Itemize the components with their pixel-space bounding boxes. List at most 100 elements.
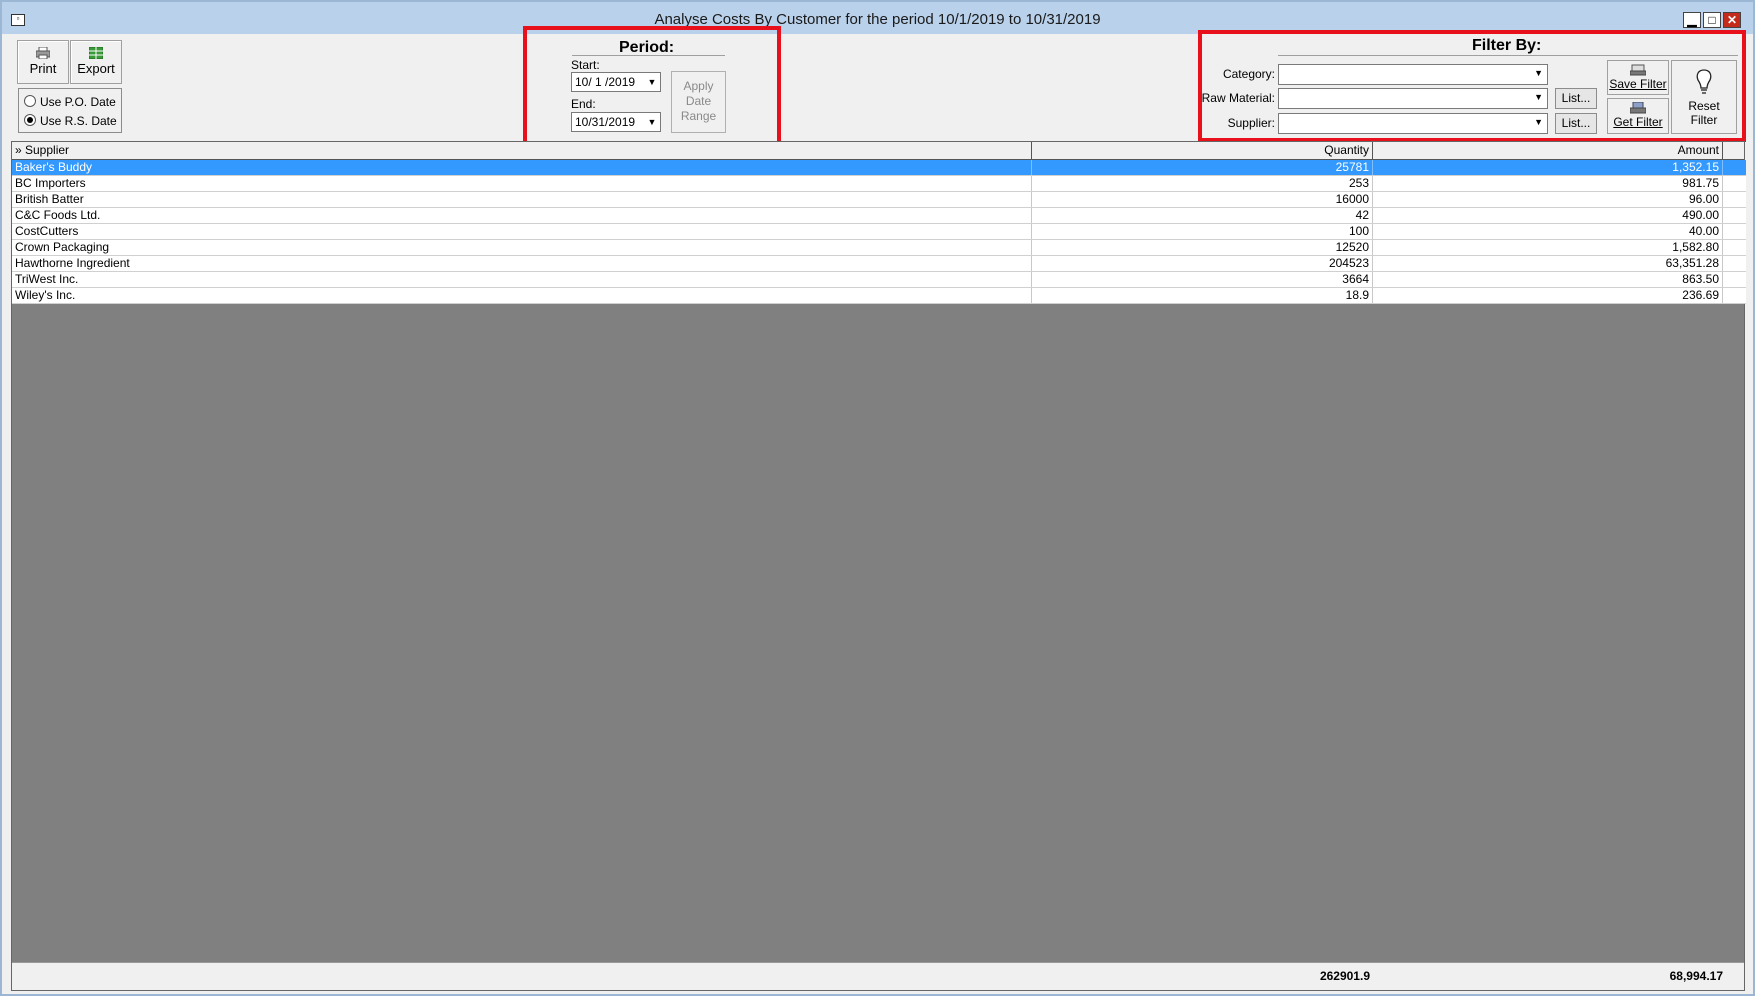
cell-supplier: CostCutters (12, 224, 1032, 239)
close-button[interactable]: ✕ (1723, 12, 1741, 28)
table-row[interactable]: CostCutters 100 40.00 (12, 224, 1746, 240)
get-filter-button[interactable]: Get Filter (1607, 98, 1669, 134)
window-title: Analyse Costs By Customer for the period… (654, 11, 1101, 28)
table-row[interactable]: Wiley's Inc. 18.9 236.69 (12, 288, 1746, 304)
export-button[interactable]: Export (70, 40, 122, 84)
chevron-down-icon: ▼ (1534, 117, 1543, 127)
raw-material-select[interactable]: ▼ (1278, 88, 1548, 109)
radio-use-rs-date[interactable]: Use R.S. Date (24, 113, 117, 129)
radio-off-icon (24, 95, 36, 107)
column-header-quantity[interactable]: Quantity (1032, 142, 1373, 159)
reset-label: Reset (1688, 99, 1720, 113)
cell-amount: 863.50 (1373, 272, 1723, 287)
cell-spacer (1723, 256, 1746, 271)
cell-supplier: Wiley's Inc. (12, 288, 1032, 303)
cell-quantity: 18.9 (1032, 288, 1373, 303)
cell-supplier: Crown Packaging (12, 240, 1032, 255)
table-row[interactable]: TriWest Inc. 3664 863.50 (12, 272, 1746, 288)
cell-amount: 63,351.28 (1373, 256, 1723, 271)
cell-amount: 490.00 (1373, 208, 1723, 223)
cell-quantity: 42 (1032, 208, 1373, 223)
cell-amount: 1,582.80 (1373, 240, 1723, 255)
cell-quantity: 16000 (1032, 192, 1373, 207)
cell-spacer (1723, 160, 1746, 175)
date-type-group: Use P.O. Date Use R.S. Date (18, 88, 122, 133)
apply-label: Apply (683, 79, 714, 93)
cell-quantity: 3664 (1032, 272, 1373, 287)
table-row[interactable]: British Batter 16000 96.00 (12, 192, 1746, 208)
cell-spacer (1723, 176, 1746, 191)
reset-filter-button[interactable]: Reset Filter (1671, 60, 1737, 134)
supplier-select[interactable]: ▼ (1278, 113, 1548, 134)
cell-spacer (1723, 208, 1746, 223)
filter-title: Filter By: (1472, 37, 1542, 54)
cell-spacer (1723, 192, 1746, 207)
cell-amount: 1,352.15 (1373, 160, 1723, 175)
cell-supplier: Hawthorne Ingredient (12, 256, 1032, 271)
divider (572, 55, 725, 56)
maximize-button[interactable]: □ (1703, 12, 1721, 28)
chevron-down-icon: ▼ (1534, 68, 1543, 78)
raw-material-list-button[interactable]: List... (1555, 88, 1597, 109)
cell-spacer (1723, 272, 1746, 287)
start-date-picker[interactable]: 10/ 1 /2019 ▼ (571, 72, 661, 92)
apply-label: Range (680, 109, 717, 123)
save-filter-label: Save Filter (1609, 77, 1667, 91)
radio-label: Use P.O. Date (40, 95, 116, 109)
supplier-costs-grid[interactable]: » Supplier Quantity Amount Baker's Buddy… (11, 141, 1746, 991)
cell-supplier: BC Importers (12, 176, 1032, 191)
cell-supplier: TriWest Inc. (12, 272, 1032, 287)
table-row[interactable]: C&C Foods Ltd. 42 490.00 (12, 208, 1746, 224)
table-row[interactable]: Hawthorne Ingredient 204523 63,351.28 (12, 256, 1746, 272)
cell-quantity: 25781 (1032, 160, 1373, 175)
start-label: Start: (571, 58, 600, 72)
cell-spacer (1723, 288, 1746, 303)
cell-amount: 981.75 (1373, 176, 1723, 191)
cell-quantity: 100 (1032, 224, 1373, 239)
supplier-label: Supplier: (1227, 116, 1275, 130)
apply-label: Date (685, 94, 712, 108)
grid-header: » Supplier Quantity Amount (12, 142, 1744, 160)
radio-use-po-date[interactable]: Use P.O. Date (24, 94, 116, 110)
cell-quantity: 253 (1032, 176, 1373, 191)
start-date-value: 10/ 1 /2019 (575, 75, 636, 89)
supplier-list-button[interactable]: List... (1555, 113, 1597, 134)
cell-amount: 40.00 (1373, 224, 1723, 239)
spreadsheet-icon (89, 47, 103, 59)
print-label: Print (29, 61, 57, 76)
table-row[interactable]: Baker's Buddy 25781 1,352.15 (12, 160, 1746, 176)
minimize-button[interactable]: ▁ (1683, 12, 1701, 28)
reset-label: Filter (1690, 113, 1718, 127)
get-filter-icon (1630, 102, 1646, 114)
cell-amount: 236.69 (1373, 288, 1723, 303)
total-amount: 68,994.17 (1669, 969, 1723, 983)
get-filter-label: Get Filter (1613, 115, 1663, 129)
column-header-supplier[interactable]: » Supplier (12, 142, 1032, 159)
lightbulb-icon (1696, 69, 1712, 94)
end-label: End: (571, 97, 596, 111)
chevron-down-icon[interactable]: ▼ (644, 113, 660, 131)
cell-supplier: Baker's Buddy (12, 160, 1032, 175)
end-date-value: 10/31/2019 (575, 115, 636, 129)
apply-date-range-button[interactable]: Apply Date Range (671, 71, 726, 133)
cell-amount: 96.00 (1373, 192, 1723, 207)
end-date-picker[interactable]: 10/31/2019 ▼ (571, 112, 661, 132)
category-label: Category: (1222, 67, 1275, 81)
category-select[interactable]: ▼ (1278, 64, 1548, 85)
column-header-amount[interactable]: Amount (1373, 142, 1723, 159)
cell-supplier: British Batter (12, 192, 1032, 207)
print-button[interactable]: Print (17, 40, 69, 84)
export-label: Export (77, 61, 115, 76)
table-row[interactable]: Crown Packaging 12520 1,582.80 (12, 240, 1746, 256)
cell-supplier: C&C Foods Ltd. (12, 208, 1032, 223)
chevron-down-icon[interactable]: ▼ (644, 73, 660, 91)
grid-totals-row: 262901.9 68,994.17 (12, 962, 1744, 990)
raw-material-label: Raw Material: (1201, 91, 1275, 105)
radio-label: Use R.S. Date (40, 114, 117, 128)
cell-quantity: 204523 (1032, 256, 1373, 271)
printer-icon (36, 47, 50, 59)
total-quantity: 262901.9 (1319, 969, 1370, 983)
save-filter-button[interactable]: Save Filter (1607, 60, 1669, 95)
chevron-down-icon: ▼ (1534, 92, 1543, 102)
table-row[interactable]: BC Importers 253 981.75 (12, 176, 1746, 192)
